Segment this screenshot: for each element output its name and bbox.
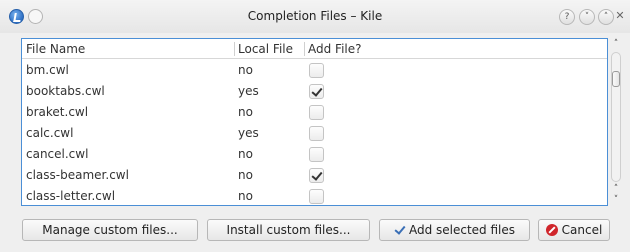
install-custom-files-button[interactable]: Install custom files... xyxy=(207,219,370,241)
local-file-cell: no xyxy=(238,105,253,119)
column-header-local-file[interactable]: Local File xyxy=(234,39,304,59)
file-name-cell: cancel.cwl xyxy=(26,147,89,161)
cancel-button[interactable]: Cancel xyxy=(538,219,610,241)
cancel-label: Cancel xyxy=(561,223,603,237)
close-button[interactable]: ✕ xyxy=(613,9,627,25)
add-file-checkbox[interactable] xyxy=(309,147,324,162)
scrollbar-thumb[interactable] xyxy=(612,71,620,87)
vertical-scrollbar[interactable]: ˄ ˄ ˅ xyxy=(609,38,623,206)
file-name-cell: booktabs.cwl xyxy=(26,84,105,98)
local-file-cell: no xyxy=(238,168,253,182)
table-row[interactable]: class-beamer.cwl no xyxy=(22,165,607,186)
manage-custom-files-label: Manage custom files... xyxy=(42,223,178,237)
add-file-checkbox[interactable] xyxy=(309,63,324,78)
minimize-button[interactable]: ˅ xyxy=(579,9,595,25)
maximize-button[interactable]: ˄ xyxy=(598,9,614,25)
add-file-checkbox[interactable] xyxy=(309,126,324,141)
column-header-add-file[interactable]: Add File? xyxy=(304,39,607,59)
cancel-icon xyxy=(545,223,558,236)
checkmark-icon xyxy=(394,224,405,235)
add-file-checkbox[interactable] xyxy=(309,168,324,183)
table-header: File Name Local File Add File? xyxy=(22,39,607,59)
window-title: Completion Files – Kile xyxy=(247,9,383,23)
file-name-cell: class-beamer.cwl xyxy=(26,168,129,182)
local-file-cell: yes xyxy=(238,84,259,98)
table-row[interactable]: cancel.cwl no xyxy=(22,144,607,165)
scrollbar-track[interactable] xyxy=(611,52,621,182)
table-row[interactable]: calc.cwl yes xyxy=(22,123,607,144)
file-name-cell: calc.cwl xyxy=(26,126,74,140)
table-row[interactable]: booktabs.cwl yes xyxy=(22,81,607,102)
file-name-cell: class-letter.cwl xyxy=(26,189,116,203)
add-file-checkbox[interactable] xyxy=(309,189,324,204)
table-row[interactable]: braket.cwl no xyxy=(22,102,607,123)
scroll-down-arrow-icon[interactable]: ˅ xyxy=(609,194,623,206)
install-custom-files-label: Install custom files... xyxy=(226,223,351,237)
add-selected-files-button[interactable]: Add selected files xyxy=(379,219,530,241)
file-name-cell: bm.cwl xyxy=(26,63,69,77)
help-button[interactable]: ? xyxy=(559,9,575,25)
add-file-checkbox[interactable] xyxy=(309,84,324,99)
title-bar: Completion Files – Kile ? ˅ ˄ ✕ xyxy=(0,0,630,33)
manage-custom-files-button[interactable]: Manage custom files... xyxy=(22,219,198,241)
local-file-cell: no xyxy=(238,147,253,161)
add-file-checkbox[interactable] xyxy=(309,105,324,120)
local-file-cell: no xyxy=(238,189,253,203)
files-table[interactable]: File Name Local File Add File? bm.cwl no… xyxy=(21,38,608,206)
local-file-cell: no xyxy=(238,63,253,77)
file-name-cell: braket.cwl xyxy=(26,105,89,119)
table-row[interactable]: class-letter.cwl no xyxy=(22,186,607,205)
column-header-file-name[interactable]: File Name xyxy=(22,39,234,59)
add-selected-files-label: Add selected files xyxy=(408,223,516,237)
table-row[interactable]: bm.cwl no xyxy=(22,60,607,81)
local-file-cell: yes xyxy=(238,126,259,140)
scroll-up-arrow-icon[interactable]: ˄ xyxy=(609,38,623,50)
